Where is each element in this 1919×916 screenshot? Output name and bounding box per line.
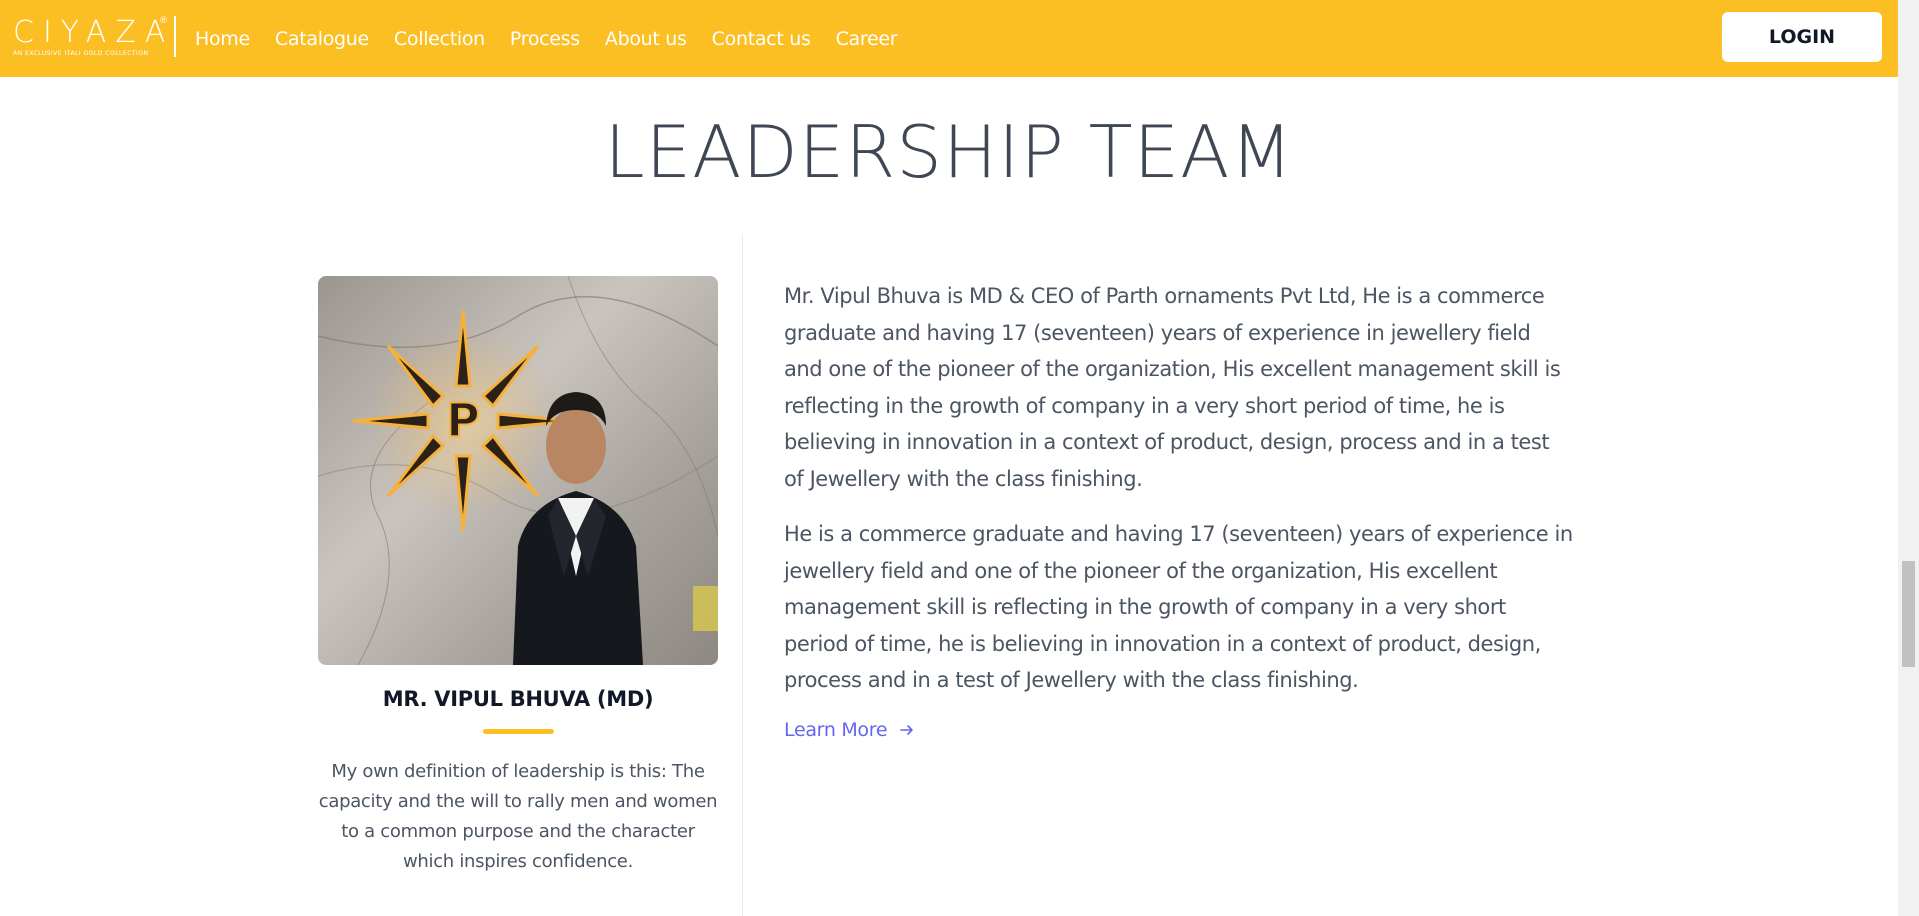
name-accent-underline [483, 729, 554, 734]
nav-home[interactable]: Home [195, 28, 250, 50]
learn-more-label: Learn More [784, 719, 888, 741]
leader-photo: P [318, 276, 718, 665]
emblem-letter: P [446, 393, 480, 447]
brand-logo[interactable]: CIYAZA AN EXCLUSIVE ITALI GOLD COLLECTIO… [13, 15, 175, 58]
leader-quote: My own definition of leadership is this:… [318, 761, 718, 872]
scrollbar-thumb[interactable] [1902, 561, 1915, 667]
leader-name: MR. VIPUL BHUVA (MD) [382, 687, 654, 711]
nav-catalogue[interactable]: Catalogue [275, 28, 369, 50]
nav-process[interactable]: Process [510, 28, 580, 50]
arrow-right-icon [900, 725, 914, 735]
nav-contact-us[interactable]: Contact us [712, 28, 811, 50]
site-header: CIYAZA AN EXCLUSIVE ITALI GOLD COLLECTIO… [0, 0, 1898, 77]
main-nav: Home Catalogue Collection Process About … [195, 0, 922, 77]
page-scrollbar[interactable] [1898, 0, 1919, 916]
logo-tagline: AN EXCLUSIVE ITALI GOLD COLLECTION [13, 50, 149, 57]
learn-more-link[interactable]: Learn More [784, 719, 915, 741]
header-divider [174, 16, 176, 57]
leader-bio-paragraph-2: He is a commerce graduate and having 17 … [784, 522, 1573, 692]
nav-about-us[interactable]: About us [605, 28, 687, 50]
nav-collection[interactable]: Collection [394, 28, 485, 50]
logo-registered-mark: ® [159, 16, 168, 26]
nav-career[interactable]: Career [836, 28, 898, 50]
leader-bio-paragraph-1: Mr. Vipul Bhuva is MD & CEO of Parth orn… [784, 284, 1561, 491]
leader-photo-illustration: P [318, 276, 718, 665]
column-divider [742, 235, 743, 916]
logo-wordmark: CIYAZA [13, 15, 175, 50]
login-button[interactable]: LOGIN [1722, 12, 1882, 62]
section-title: LEADERSHIP TEAM [604, 110, 1294, 194]
